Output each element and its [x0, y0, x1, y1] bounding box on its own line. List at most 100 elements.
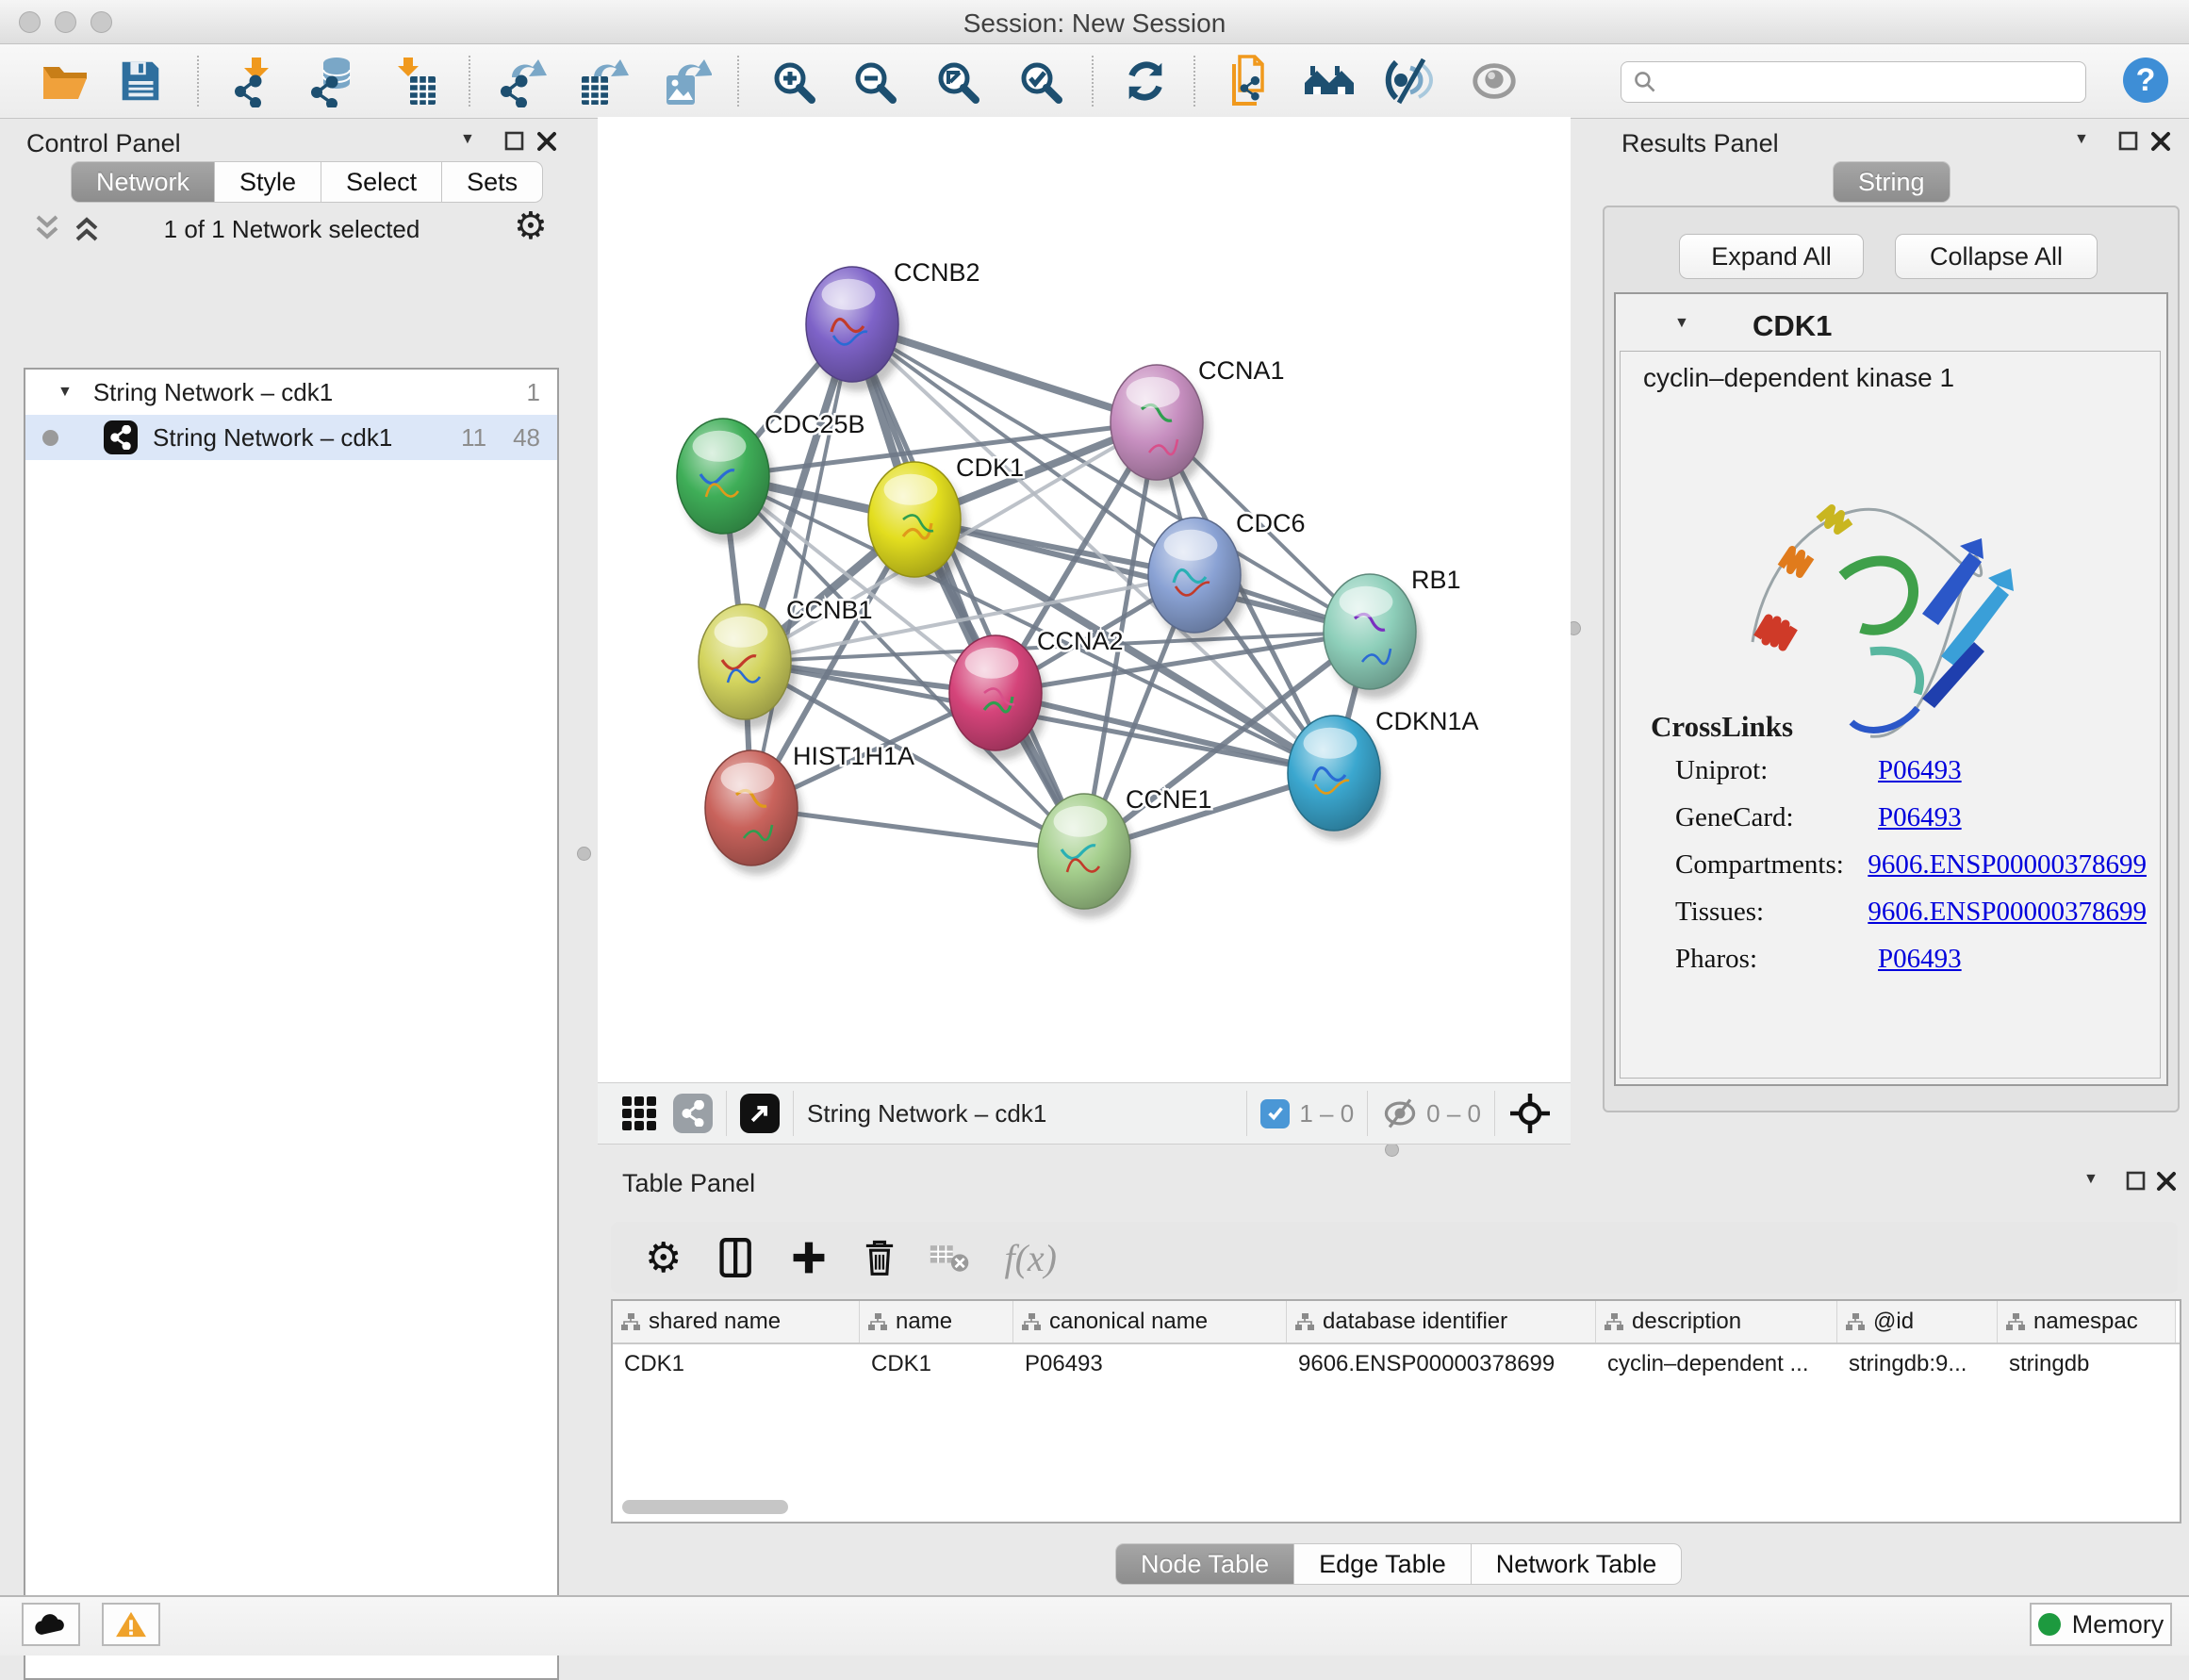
node-CCNE1[interactable]: CCNE1 — [1038, 785, 1212, 918]
import-network-database-button[interactable] — [307, 54, 362, 108]
tab-network[interactable]: Network — [71, 161, 215, 203]
table-cell[interactable]: stringdb:9... — [1837, 1344, 1998, 1384]
export-network-button[interactable] — [494, 54, 549, 108]
crosslink-link[interactable]: 9606.ENSP00000378699 — [1868, 849, 2147, 881]
table-cell[interactable]: stringdb — [1998, 1344, 2176, 1384]
selected-checkbox-icon[interactable] — [1260, 1099, 1290, 1128]
show-all-button[interactable] — [1467, 54, 1522, 108]
memory-button[interactable]: Memory — [2030, 1603, 2172, 1646]
clear-table-icon[interactable] — [929, 1240, 972, 1276]
export-table-button[interactable] — [575, 54, 630, 108]
table-gear-icon[interactable]: ⚙ — [645, 1234, 682, 1282]
network-options-gear-icon[interactable]: ⚙ — [514, 205, 548, 248]
expand-all-button[interactable]: Expand All — [1679, 234, 1864, 279]
edge-CCNB2-CCNE1[interactable] — [852, 324, 1084, 851]
zoom-fit-button[interactable] — [930, 54, 984, 108]
save-session-button[interactable] — [113, 54, 168, 108]
network-collection-row[interactable]: ▼ String Network – cdk1 1 — [25, 370, 557, 415]
network-overview-icon[interactable] — [673, 1094, 713, 1133]
float-panel-icon[interactable] — [2125, 1170, 2148, 1193]
float-panel-icon[interactable] — [503, 130, 526, 153]
column-header-canonical-name[interactable]: canonical name — [1013, 1301, 1287, 1342]
warnings-button[interactable] — [102, 1603, 160, 1646]
table-cell[interactable]: CDK1 — [860, 1344, 1013, 1384]
collapse-panel-icon[interactable]: ▼ — [460, 131, 475, 148]
node-CCNA1[interactable]: CCNA1 — [1111, 356, 1285, 489]
column-header-name[interactable]: name — [860, 1301, 1013, 1342]
node-CDC6[interactable]: CDC6 — [1148, 509, 1306, 642]
hidden-node-edge-counts: 0 – 0 — [1426, 1099, 1481, 1128]
tab-network-table[interactable]: Network Table — [1472, 1543, 1683, 1585]
refresh-button[interactable] — [1118, 54, 1173, 108]
import-network-file-button[interactable] — [228, 54, 283, 108]
show-columns-icon[interactable] — [714, 1233, 759, 1282]
export-image-button[interactable] — [658, 54, 713, 108]
close-panel-icon[interactable] — [2149, 130, 2172, 153]
collapse-panel-icon[interactable]: ▼ — [2074, 131, 2089, 148]
open-external-icon[interactable] — [740, 1094, 780, 1133]
tab-string[interactable]: String — [1833, 161, 1950, 203]
horizontal-scrollbar[interactable] — [622, 1500, 788, 1514]
network-view-canvas[interactable]: CCNB2CCNA1CDC25BCDK1CDC6RB1CCNB1CCNA2CDK… — [598, 117, 1571, 1082]
table-row[interactable]: CDK1CDK1P064939606.ENSP00000378699cyclin… — [613, 1344, 2180, 1384]
node-CCNB2[interactable]: CCNB2 — [806, 258, 980, 391]
column-header-shared-name[interactable]: shared name — [613, 1301, 860, 1342]
panel-divider-handle[interactable] — [577, 847, 591, 861]
node-CCNB1[interactable]: CCNB1 — [699, 596, 873, 729]
close-panel-icon[interactable] — [2155, 1170, 2178, 1193]
tab-node-table[interactable]: Node Table — [1115, 1543, 1294, 1585]
node-label-CCNB2: CCNB2 — [894, 258, 980, 287]
tab-style[interactable]: Style — [215, 161, 321, 203]
node-CDK1[interactable]: CDK1 — [868, 453, 1024, 586]
table-cell[interactable]: P06493 — [1013, 1344, 1287, 1384]
gene-collapse-icon[interactable]: ▼ — [1674, 315, 1689, 332]
string-network-icon — [104, 420, 138, 454]
collapse-panel-icon[interactable]: ▼ — [2083, 1171, 2098, 1188]
zoom-selected-button[interactable] — [1012, 54, 1067, 108]
help-button[interactable]: ? — [2123, 58, 2168, 103]
hide-selected-button[interactable] — [1384, 54, 1439, 108]
zoom-in-button[interactable] — [765, 54, 820, 108]
node-CDKN1A[interactable]: CDKN1A — [1288, 707, 1479, 840]
cloud-button[interactable] — [22, 1603, 80, 1646]
control-panel: Control Panel ▼ NetworkStyleSelectSets 1… — [0, 118, 584, 1595]
column-header-namespac[interactable]: namespac — [1998, 1301, 2176, 1342]
table-cell[interactable]: CDK1 — [613, 1344, 860, 1384]
column-header-@id[interactable]: @id — [1837, 1301, 1998, 1342]
crosslink-link[interactable]: P06493 — [1878, 802, 1962, 833]
import-table-file-button[interactable] — [388, 54, 443, 108]
add-column-icon[interactable] — [787, 1236, 831, 1279]
column-header-description[interactable]: description — [1596, 1301, 1837, 1342]
search-input[interactable] — [1621, 61, 2086, 103]
tree-expand-icon[interactable]: ▼ — [58, 384, 73, 401]
crosslink-link[interactable]: P06493 — [1878, 944, 1962, 975]
close-panel-icon[interactable] — [535, 130, 558, 153]
collapse-all-button[interactable]: Collapse All — [1895, 234, 2098, 279]
panel-divider-handle[interactable] — [1385, 1143, 1399, 1157]
share-file-button[interactable] — [1220, 54, 1275, 108]
tab-sets[interactable]: Sets — [442, 161, 543, 203]
grid-view-icon[interactable] — [620, 1095, 658, 1132]
node-RB1[interactable]: RB1 — [1324, 566, 1461, 699]
home-button[interactable] — [1303, 54, 1358, 108]
birds-eye-crosshair-icon[interactable] — [1508, 1092, 1552, 1135]
node-CDC25B[interactable]: CDC25B — [677, 410, 865, 543]
crosslink-link[interactable]: P06493 — [1878, 755, 1962, 786]
crosslinks-title: CrossLinks — [1651, 710, 1793, 744]
network-row[interactable]: String Network – cdk1 11 48 — [25, 415, 557, 460]
table-cell[interactable]: 9606.ENSP00000378699 — [1287, 1344, 1596, 1384]
table-cell[interactable]: cyclin–dependent ... — [1596, 1344, 1837, 1384]
tab-edge-table[interactable]: Edge Table — [1294, 1543, 1472, 1585]
tab-select[interactable]: Select — [321, 161, 442, 203]
float-panel-icon[interactable] — [2117, 130, 2140, 153]
column-header-database-identifier[interactable]: database identifier — [1287, 1301, 1596, 1342]
crosslink-link[interactable]: 9606.ENSP00000378699 — [1868, 897, 2147, 928]
zoom-out-button[interactable] — [847, 54, 901, 108]
node-HIST1H1A[interactable]: HIST1H1A — [705, 742, 914, 875]
open-session-button[interactable] — [38, 54, 92, 108]
gene-name: CDK1 — [1753, 309, 1832, 343]
string-network-graph[interactable]: CCNB2CCNA1CDC25BCDK1CDC6RB1CCNB1CCNA2CDK… — [598, 117, 1571, 1082]
function-builder-icon[interactable]: f(x) — [1004, 1236, 1057, 1280]
collection-count: 1 — [527, 378, 540, 407]
delete-column-icon[interactable] — [859, 1234, 900, 1281]
